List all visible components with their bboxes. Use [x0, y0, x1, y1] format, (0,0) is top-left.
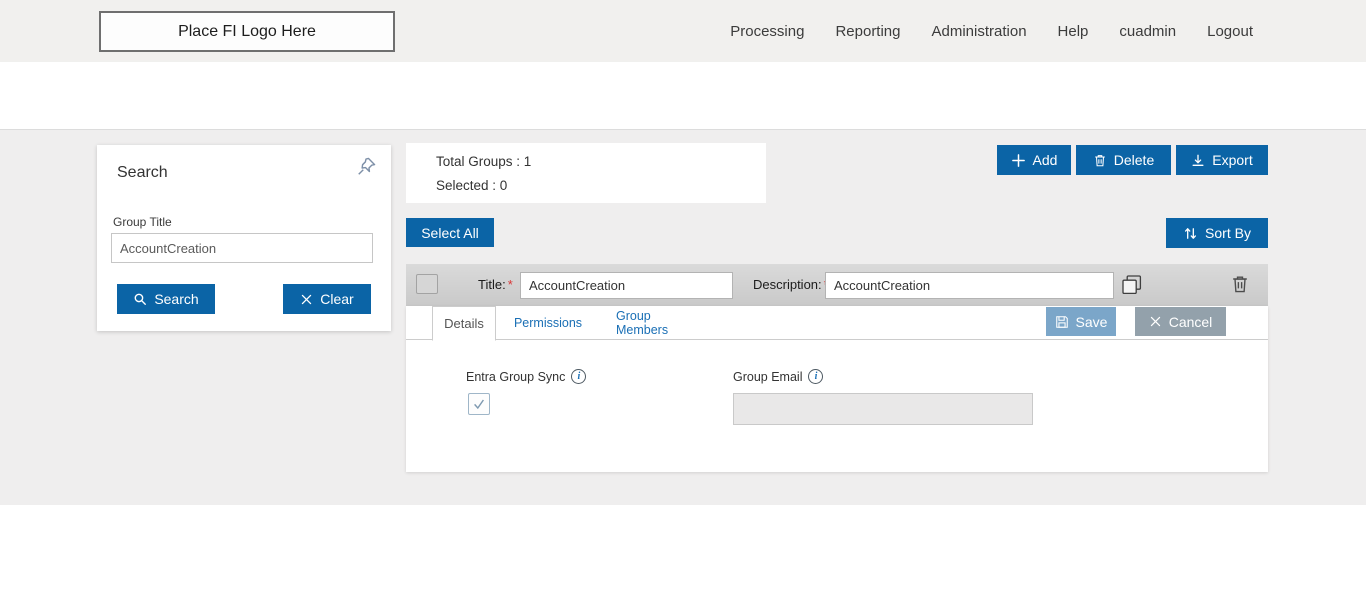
copy-icon: [1120, 273, 1144, 297]
close-icon: [300, 293, 313, 306]
description-label-text: Description:: [753, 277, 822, 292]
entra-group-sync-label: Entra Group Sync i: [466, 369, 586, 384]
export-button[interactable]: Export: [1176, 145, 1268, 175]
add-button-label: Add: [1033, 152, 1058, 168]
nav-help[interactable]: Help: [1058, 23, 1089, 40]
row-checkbox[interactable]: [416, 274, 438, 294]
search-button[interactable]: Search: [117, 284, 215, 314]
group-email-info-icon[interactable]: i: [808, 369, 823, 384]
group-row: Title:* Description:*: [406, 264, 1268, 306]
cancel-icon: [1149, 315, 1162, 328]
delete-button[interactable]: Delete: [1076, 145, 1171, 175]
select-all-button[interactable]: Select All: [406, 218, 494, 247]
top-nav: Processing Reporting Administration Help…: [730, 0, 1253, 62]
main-content: Search Group Title Search Clear Total Gr…: [0, 130, 1366, 505]
entra-group-sync-checkbox[interactable]: [468, 393, 490, 415]
group-title-input[interactable]: [111, 233, 373, 263]
cancel-button[interactable]: Cancel: [1135, 307, 1226, 336]
fi-logo-placeholder: Place FI Logo Here: [99, 11, 395, 52]
save-button[interactable]: Save: [1046, 307, 1116, 336]
save-icon: [1055, 315, 1069, 329]
tab-details[interactable]: Details: [432, 306, 496, 341]
selected-count-text: Selected : 0: [436, 178, 507, 193]
plus-icon: [1011, 153, 1026, 168]
nav-user-cuadmin[interactable]: cuadmin: [1119, 23, 1176, 40]
group-email-text: Group Email: [733, 370, 802, 384]
description-input[interactable]: [825, 272, 1114, 299]
sort-by-button[interactable]: Sort By: [1166, 218, 1268, 248]
title-required-mark: *: [508, 277, 513, 292]
add-button[interactable]: Add: [997, 145, 1071, 175]
copy-button[interactable]: [1120, 273, 1144, 297]
group-email-input[interactable]: [733, 393, 1033, 425]
pin-icon[interactable]: [355, 156, 377, 178]
group-email-label: Group Email i: [733, 369, 823, 384]
title-input[interactable]: [520, 272, 733, 299]
export-button-label: Export: [1212, 152, 1252, 168]
nav-processing[interactable]: Processing: [730, 23, 804, 40]
download-icon: [1191, 153, 1205, 168]
check-icon: [471, 396, 487, 412]
sort-by-label: Sort By: [1205, 225, 1251, 241]
nav-logout[interactable]: Logout: [1207, 23, 1253, 40]
clear-button[interactable]: Clear: [283, 284, 371, 314]
title-label-text: Title:: [478, 277, 506, 292]
select-all-label: Select All: [421, 225, 479, 241]
sort-icon: [1183, 226, 1198, 241]
save-button-label: Save: [1076, 314, 1108, 330]
row-trash-icon: [1230, 273, 1250, 295]
row-delete-button[interactable]: [1229, 273, 1251, 297]
cancel-button-label: Cancel: [1169, 314, 1213, 330]
title-label: Title:*: [478, 277, 513, 292]
group-detail-panel: Details Permissions Group Members Save C…: [406, 306, 1268, 472]
tab-permissions[interactable]: Permissions: [513, 306, 583, 340]
tab-group-members[interactable]: Group Members: [616, 306, 706, 340]
entra-group-sync-text: Entra Group Sync: [466, 370, 565, 384]
search-icon: [133, 292, 147, 306]
description-label: Description:*: [753, 277, 829, 292]
search-panel-title: Search: [117, 164, 168, 182]
page-header: Group Maintenance i Kinective Sign: [0, 62, 1366, 130]
entra-info-icon[interactable]: i: [571, 369, 586, 384]
top-bar: Place FI Logo Here Processing Reporting …: [0, 0, 1366, 62]
delete-button-label: Delete: [1114, 152, 1154, 168]
nav-administration[interactable]: Administration: [932, 23, 1027, 40]
tab-strip: Details Permissions Group Members Save C…: [406, 306, 1268, 340]
clear-button-label: Clear: [320, 291, 353, 307]
trash-icon: [1093, 153, 1107, 168]
summary-box: Total Groups : 1 Selected : 0: [406, 143, 766, 203]
nav-reporting[interactable]: Reporting: [835, 23, 900, 40]
search-panel: Search Group Title Search Clear: [97, 145, 391, 331]
search-button-label: Search: [154, 291, 198, 307]
total-groups-text: Total Groups : 1: [436, 154, 531, 169]
group-title-label: Group Title: [113, 215, 172, 229]
